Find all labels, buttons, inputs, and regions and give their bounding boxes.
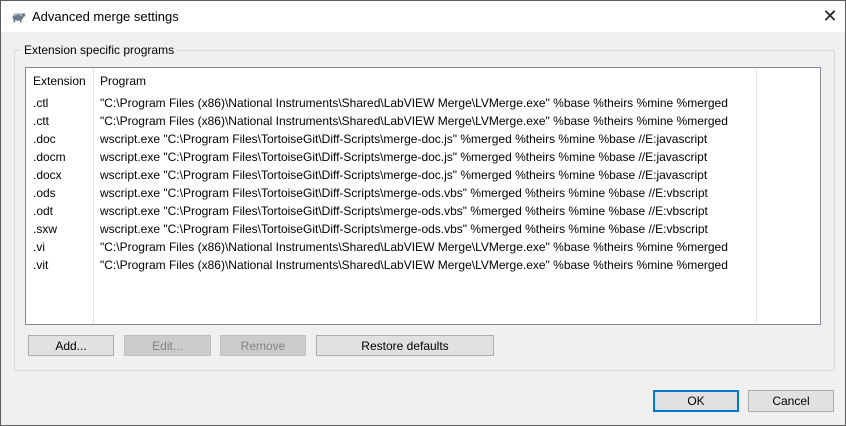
program-cell: wscript.exe "C:\Program Files\TortoiseGi…: [100, 204, 708, 218]
program-cell: wscript.exe "C:\Program Files\TortoiseGi…: [100, 150, 708, 164]
table-row[interactable]: .doc wscript.exe "C:\Program Files\Torto…: [26, 131, 820, 149]
ok-button[interactable]: OK: [653, 390, 739, 412]
cancel-button[interactable]: Cancel: [748, 390, 834, 412]
extension-cell: .docm: [33, 150, 66, 164]
program-cell: "C:\Program Files (x86)\National Instrum…: [100, 240, 728, 254]
table-row[interactable]: .ctt "C:\Program Files (x86)\National In…: [26, 113, 820, 131]
table-row[interactable]: .vit "C:\Program Files (x86)\National In…: [26, 257, 820, 275]
program-cell: "C:\Program Files (x86)\National Instrum…: [100, 258, 728, 272]
restore-defaults-button[interactable]: Restore defaults: [316, 335, 494, 356]
tortoise-icon: [10, 9, 26, 23]
group-legend: Extension specific programs: [21, 43, 178, 57]
edit-button[interactable]: Edit...: [124, 335, 211, 356]
title-bar[interactable]: Advanced merge settings ✕: [1, 1, 845, 32]
program-cell: "C:\Program Files (x86)\National Instrum…: [100, 96, 728, 110]
extension-program-list[interactable]: Extension Program .ctl "C:\Program Files…: [25, 67, 821, 325]
program-cell: wscript.exe "C:\Program Files\TortoiseGi…: [100, 168, 708, 182]
dialog-window: Advanced merge settings ✕ Extension spec…: [0, 0, 846, 426]
remove-button[interactable]: Remove: [220, 335, 306, 356]
extension-cell: .sxw: [33, 222, 57, 236]
program-cell: wscript.exe "C:\Program Files\TortoiseGi…: [100, 186, 708, 200]
add-button[interactable]: Add...: [28, 335, 114, 356]
extension-cell: .vi: [33, 240, 45, 254]
extension-cell: .odt: [33, 204, 54, 218]
table-row[interactable]: .sxw wscript.exe "C:\Program Files\Torto…: [26, 221, 820, 239]
extension-cell: .docx: [33, 168, 62, 182]
extension-cell: .doc: [33, 132, 56, 146]
table-row[interactable]: .docm wscript.exe "C:\Program Files\Tort…: [26, 149, 820, 167]
extension-cell: .ctt: [33, 114, 50, 128]
extension-cell: .ods: [33, 186, 56, 200]
table-row[interactable]: .docx wscript.exe "C:\Program Files\Tort…: [26, 167, 820, 185]
table-row[interactable]: .ods wscript.exe "C:\Program Files\Torto…: [26, 185, 820, 203]
close-icon: ✕: [822, 6, 838, 26]
column-header-program[interactable]: Program: [100, 74, 146, 88]
extension-cell: .vit: [33, 258, 49, 272]
column-header-extension[interactable]: Extension: [33, 74, 86, 88]
table-row[interactable]: .odt wscript.exe "C:\Program Files\Torto…: [26, 203, 820, 221]
table-row[interactable]: .ctl "C:\Program Files (x86)\National In…: [26, 95, 820, 113]
program-cell: "C:\Program Files (x86)\National Instrum…: [100, 114, 728, 128]
table-row[interactable]: .vi "C:\Program Files (x86)\National Ins…: [26, 239, 820, 257]
window-title: Advanced merge settings: [32, 9, 179, 24]
extension-cell: .ctl: [33, 96, 49, 110]
program-cell: wscript.exe "C:\Program Files\TortoiseGi…: [100, 132, 708, 146]
program-cell: wscript.exe "C:\Program Files\TortoiseGi…: [100, 222, 708, 236]
close-button[interactable]: ✕: [815, 1, 845, 32]
